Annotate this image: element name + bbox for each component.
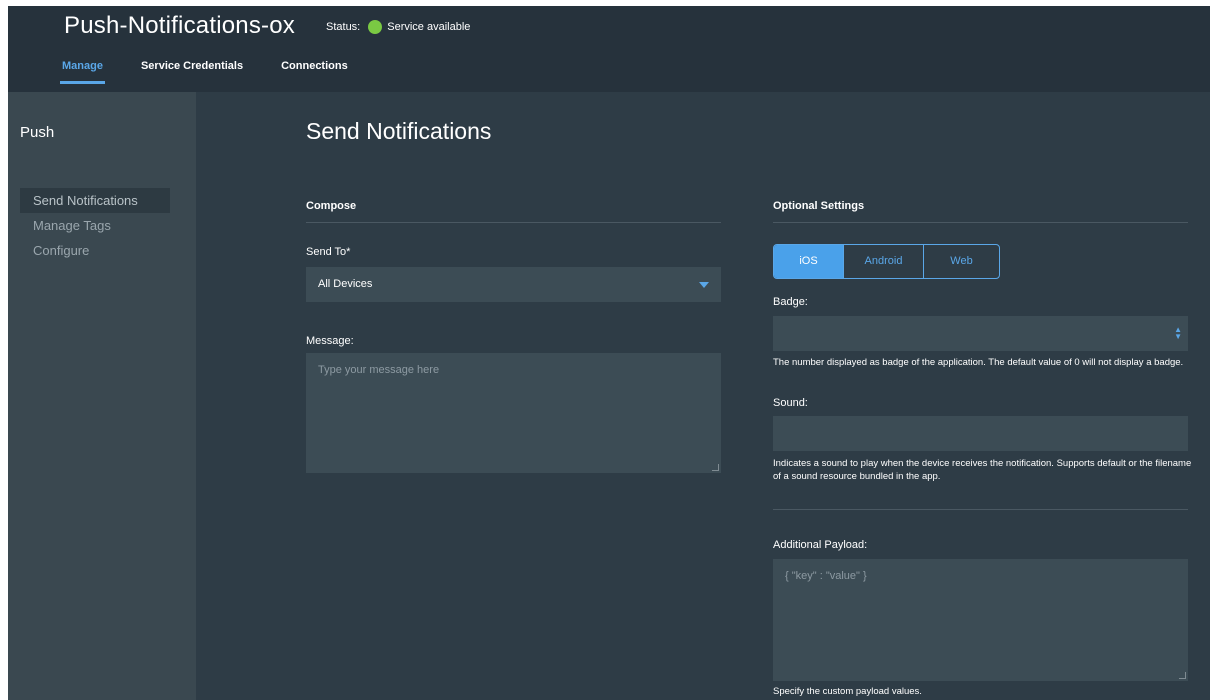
sound-input[interactable] (773, 416, 1188, 451)
sidebar: Push Send Notifications Manage Tags Conf… (8, 92, 196, 700)
compose-heading: Compose (306, 200, 721, 223)
number-stepper-icon[interactable]: ▲ ▼ (1174, 326, 1182, 341)
send-to-select[interactable]: All Devices (306, 267, 721, 302)
platform-tab-android[interactable]: Android (844, 245, 924, 278)
message-label: Message: (306, 335, 354, 347)
sidebar-item-manage-tags[interactable]: Manage Tags (20, 213, 170, 238)
sidebar-nav: Send Notifications Manage Tags Configure (20, 188, 170, 263)
payload-help-text: Specify the custom payload values. (773, 686, 922, 697)
send-to-value: All Devices (318, 278, 373, 290)
chevron-down-icon (699, 282, 709, 288)
platform-segmented-control: iOS Android Web (773, 244, 1000, 279)
payload-placeholder: { "key" : "value" } (785, 570, 867, 582)
header-tabs: Manage Service Credentials Connections (60, 60, 386, 84)
tab-manage[interactable]: Manage (60, 60, 105, 84)
additional-payload-label: Additional Payload: (773, 539, 868, 551)
sidebar-item-configure[interactable]: Configure (20, 238, 170, 263)
sidebar-item-send-notifications[interactable]: Send Notifications (20, 188, 170, 213)
message-placeholder: Type your message here (318, 364, 440, 376)
status-indicator-icon (368, 20, 383, 34)
sound-help-text: Indicates a sound to play when the devic… (773, 458, 1192, 482)
additional-payload-input[interactable]: { "key" : "value" } (773, 559, 1188, 681)
page-title: Send Notifications (306, 118, 492, 144)
badge-input[interactable]: ▲ ▼ (773, 316, 1188, 351)
app-title: Push-Notifications-ox (64, 12, 295, 39)
status-text: Service available (387, 21, 471, 33)
message-input[interactable]: Type your message here (306, 353, 721, 473)
tab-service-credentials[interactable]: Service Credentials (141, 60, 243, 84)
resize-handle-icon[interactable] (1179, 672, 1186, 679)
status-label: Status: (326, 21, 361, 33)
badge-help-text: The number displayed as badge of the app… (773, 357, 1184, 368)
app-frame: Push-Notifications-ox Status: Service av… (8, 6, 1210, 700)
badge-label: Badge: (773, 296, 808, 308)
platform-tab-ios[interactable]: iOS (774, 245, 844, 278)
optional-settings-heading: Optional Settings (773, 200, 1188, 223)
header: Push-Notifications-ox Status: Service av… (8, 6, 1210, 92)
section-divider (773, 509, 1188, 510)
service-status: Status: Service available (326, 20, 470, 34)
send-to-label: Send To* (306, 246, 351, 258)
tab-connections[interactable]: Connections (281, 60, 348, 84)
platform-tab-web[interactable]: Web (924, 245, 999, 278)
sound-label: Sound: (773, 397, 808, 409)
resize-handle-icon[interactable] (712, 464, 719, 471)
sidebar-title: Push (20, 124, 55, 141)
